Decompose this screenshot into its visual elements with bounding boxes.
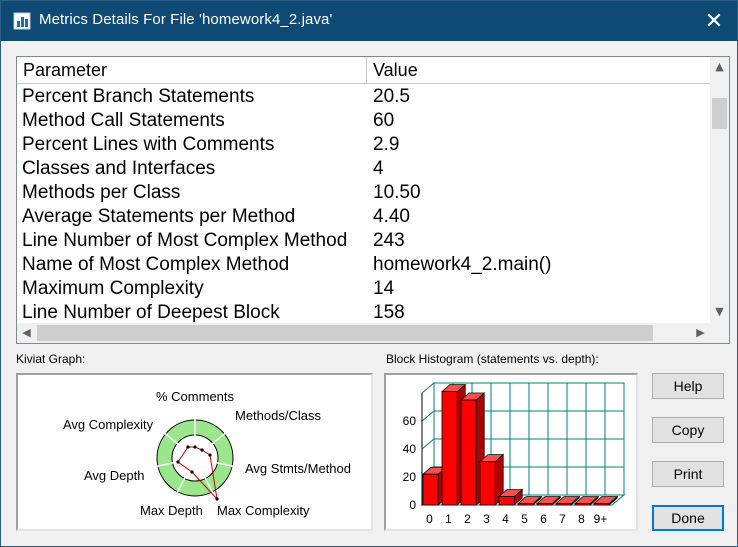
y-tick-label: 40 <box>403 442 417 456</box>
help-button[interactable]: Help <box>652 373 724 399</box>
value-cell: 158 <box>373 302 405 323</box>
scroll-left-icon[interactable]: ◀ <box>17 326 36 339</box>
value-cell: 20.5 <box>373 86 410 107</box>
table-row[interactable]: Percent Lines with Comments 2.9 <box>17 133 710 157</box>
axis-label-methods-class: Methods/Class <box>235 408 321 423</box>
kiviat-label: Kiviat Graph: <box>16 352 86 366</box>
scroll-down-icon[interactable]: ▼ <box>710 305 729 318</box>
vertical-scrollbar[interactable]: ▲ ▼ <box>710 57 729 323</box>
kiviat-graph: % Comments Methods/Class Avg Stmts/Metho… <box>16 373 373 531</box>
parameter-cell: Name of Most Complex Method <box>22 254 290 275</box>
x-tick-label: 8 <box>578 512 585 526</box>
table-row[interactable]: Percent Branch Statements 20.5 <box>17 85 710 109</box>
value-cell: 60 <box>373 110 395 131</box>
histogram-chart: 02040600 1 2 3 4 5 6 7 8 9+ <box>403 381 626 526</box>
parameter-cell: Line Number of Most Complex Method <box>22 230 348 251</box>
parameter-cell: Method Call Statements <box>22 110 225 131</box>
table-row[interactable]: Average Statements per Method 4.40 <box>17 205 710 229</box>
app-icon <box>13 12 31 30</box>
value-cell: homework4_2.main() <box>373 254 552 275</box>
axis-label-max-depth: Max Depth <box>140 503 203 518</box>
value-cell: 14 <box>373 278 395 299</box>
parameter-cell: Percent Lines with Comments <box>22 134 275 155</box>
column-header-value[interactable]: Value <box>367 57 710 84</box>
horizontal-scroll-thumb[interactable] <box>37 325 653 341</box>
x-tick-label: 5 <box>521 512 528 526</box>
parameter-cell: Methods per Class <box>22 182 181 203</box>
table-header: Parameter Value <box>17 57 710 84</box>
table-row[interactable]: Line Number of Most Complex Method 243 <box>17 229 710 253</box>
table-row[interactable]: Line Number of Deepest Block 158 <box>17 301 710 323</box>
table-row[interactable]: Methods per Class 10.50 <box>17 181 710 205</box>
axis-label-max-complexity: Max Complexity <box>217 503 310 518</box>
parameter-cell: Maximum Complexity <box>22 278 204 299</box>
value-cell: 4.40 <box>373 206 410 227</box>
x-tick-label: 1 <box>445 512 452 526</box>
axis-label-comments: % Comments <box>156 389 235 404</box>
copy-button[interactable]: Copy <box>652 417 724 443</box>
x-tick-label: 7 <box>559 512 566 526</box>
x-tick-label: 0 <box>426 512 433 526</box>
histogram-label: Block Histogram (statements vs. depth): <box>386 352 599 366</box>
y-tick-label: 20 <box>403 470 417 484</box>
table-row[interactable]: Classes and Interfaces 4 <box>17 157 710 181</box>
histogram-gridline <box>421 438 435 450</box>
parameter-cell: Classes and Interfaces <box>22 158 216 179</box>
y-tick-label: 60 <box>403 414 417 428</box>
x-tick-label: 4 <box>502 512 509 526</box>
scroll-right-icon[interactable]: ▶ <box>691 326 710 339</box>
y-tick-label: 0 <box>409 498 416 512</box>
close-icon[interactable]: ✕ <box>691 1 737 41</box>
axis-label-avg-depth: Avg Depth <box>84 468 145 483</box>
table-row[interactable]: Name of Most Complex Method homework4_2.m… <box>17 253 710 277</box>
value-cell: 4 <box>373 158 384 179</box>
metrics-dialog: Metrics Details For File 'homework4_2.ja… <box>0 0 738 547</box>
block-histogram: 0 20 40 60 0 1 2 3 4 5 6 7 8 9+ <box>384 373 638 531</box>
window-title: Metrics Details For File 'homework4_2.ja… <box>39 11 333 28</box>
x-tick-label: 2 <box>464 512 471 526</box>
scroll-up-icon[interactable]: ▲ <box>710 60 729 73</box>
parameter-cell: Average Statements per Method <box>22 206 296 227</box>
vertical-scroll-thumb[interactable] <box>712 98 727 129</box>
value-cell: 2.9 <box>373 134 400 155</box>
scroll-corner <box>710 323 729 343</box>
axis-label-avg-complexity: Avg Complexity <box>63 417 154 432</box>
table-row[interactable]: Method Call Statements 60 <box>17 109 710 133</box>
histogram-gridline <box>421 410 435 422</box>
parameter-cell: Line Number of Deepest Block <box>22 302 280 323</box>
axis-label-avg-stmts-method: Avg Stmts/Method <box>245 461 351 476</box>
x-tick-label: 9+ <box>594 512 608 526</box>
value-cell: 10.50 <box>373 182 421 203</box>
done-button[interactable]: Done <box>652 505 724 531</box>
x-tick-label: 3 <box>483 512 490 526</box>
table-row[interactable]: Maximum Complexity 14 <box>17 277 710 301</box>
horizontal-scrollbar[interactable]: ◀ ▶ <box>17 323 729 343</box>
x-tick-label: 6 <box>540 512 547 526</box>
value-cell: 243 <box>373 230 405 251</box>
title-bar: Metrics Details For File 'homework4_2.ja… <box>1 1 737 41</box>
parameter-cell: Percent Branch Statements <box>22 86 255 107</box>
column-header-parameter[interactable]: Parameter <box>17 57 367 84</box>
table-body: Percent Branch Statements 20.5 Method Call… <box>17 85 710 323</box>
print-button[interactable]: Print <box>652 461 724 487</box>
metrics-table[interactable]: Parameter Value Percent Branch Statement… <box>16 56 730 344</box>
